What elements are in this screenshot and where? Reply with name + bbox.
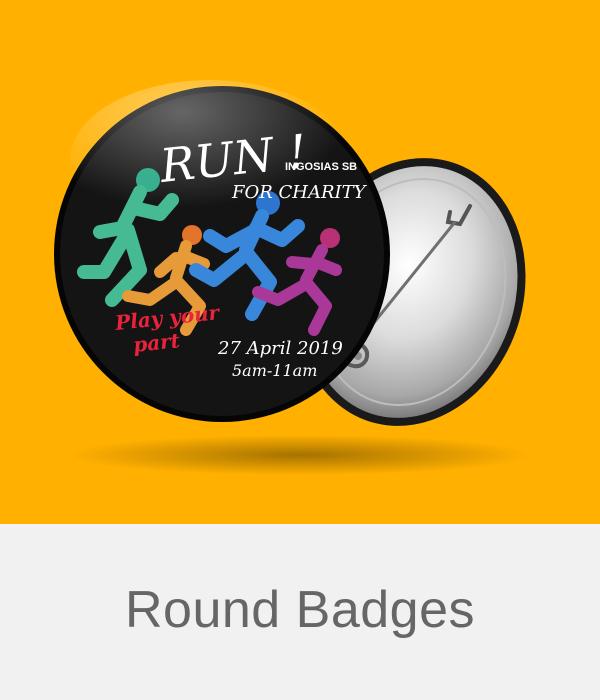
- product-title[interactable]: Round Badges: [0, 580, 600, 640]
- badge-subtitle: FOR CHARITY: [231, 182, 368, 203]
- badge-date: 27 April 2019: [217, 338, 343, 359]
- badge-slogan-line2: part: [132, 328, 182, 357]
- badge-front: RUN ! INGOSIAS SB FOR CHARITY Play your …: [54, 80, 390, 422]
- badge-organizer: INGOSIAS SB: [285, 161, 357, 173]
- badge-illustration: RUN ! INGOSIAS SB FOR CHARITY Play your …: [54, 80, 530, 475]
- product-card[interactable]: RUN ! INGOSIAS SB FOR CHARITY Play your …: [0, 0, 600, 700]
- caption-area: Round Badges: [0, 524, 600, 700]
- badge-time: 5am-11am: [232, 361, 317, 380]
- product-image: RUN ! INGOSIAS SB FOR CHARITY Play your …: [0, 0, 600, 524]
